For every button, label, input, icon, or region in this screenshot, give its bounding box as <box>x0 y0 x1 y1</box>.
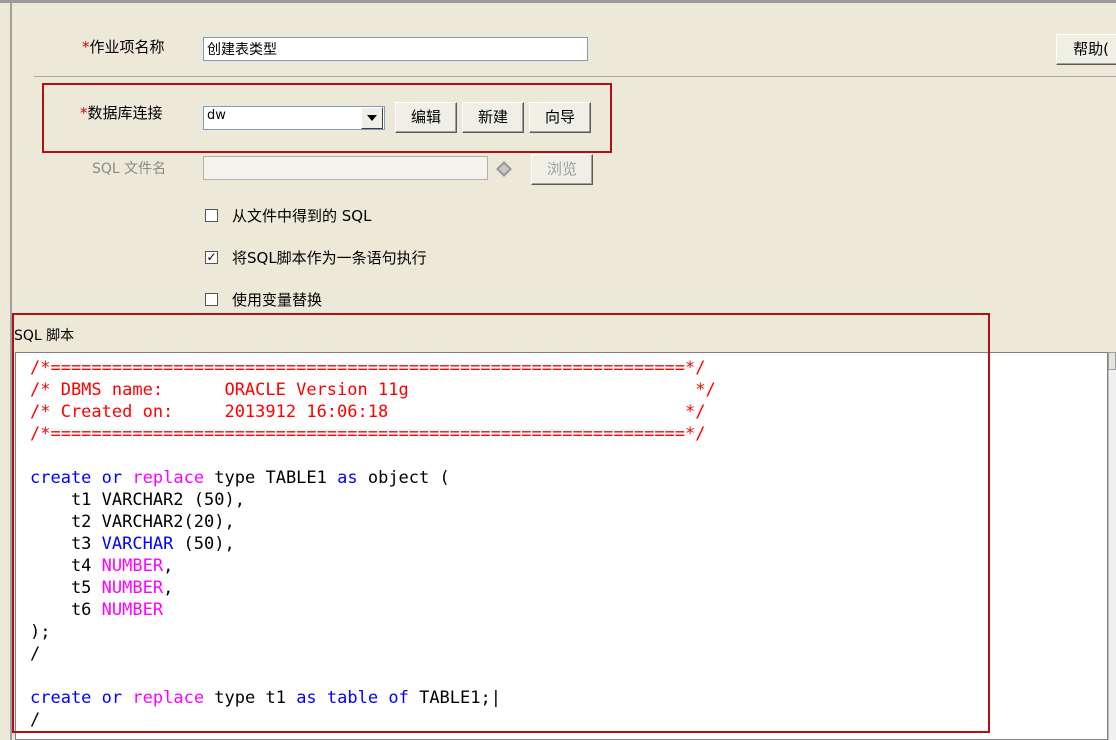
option-single-statement[interactable]: ✓ 将SQL脚本作为一条语句执行 <box>205 247 427 268</box>
option-variable-substitution[interactable]: 使用变量替换 <box>205 289 322 310</box>
checkbox-from-file[interactable] <box>205 209 218 222</box>
checkbox-variable-substitution <box>205 293 218 306</box>
wizard-button[interactable]: 向导 <box>529 102 591 133</box>
dropdown-arrow-icon[interactable] <box>361 107 383 129</box>
help-button[interactable]: 帮助( <box>1056 34 1116 65</box>
sql-filename-label: SQL 文件名 <box>92 161 167 177</box>
option-from-file[interactable]: 从文件中得到的 SQL <box>205 205 371 226</box>
top-border <box>0 0 1116 3</box>
browse-button[interactable]: 浏览 <box>531 154 593 185</box>
edit-button[interactable]: 编辑 <box>395 102 457 133</box>
vertical-scrollbar[interactable] <box>1108 352 1116 740</box>
scroll-up-button[interactable] <box>1108 352 1116 370</box>
db-connection-label: *数据库连接 <box>80 104 163 122</box>
variable-diamond-icon[interactable] <box>495 160 513 178</box>
divider <box>34 76 1116 77</box>
checkbox-single-statement[interactable]: ✓ <box>205 251 218 264</box>
sql-script-highlight <box>12 313 990 733</box>
job-name-label: *作业项名称 <box>82 38 165 56</box>
job-name-input[interactable]: 创建表类型 <box>203 37 588 61</box>
new-button[interactable]: 新建 <box>462 102 524 133</box>
db-connection-select[interactable]: dw <box>203 106 385 130</box>
sql-filename-input[interactable] <box>203 156 488 180</box>
